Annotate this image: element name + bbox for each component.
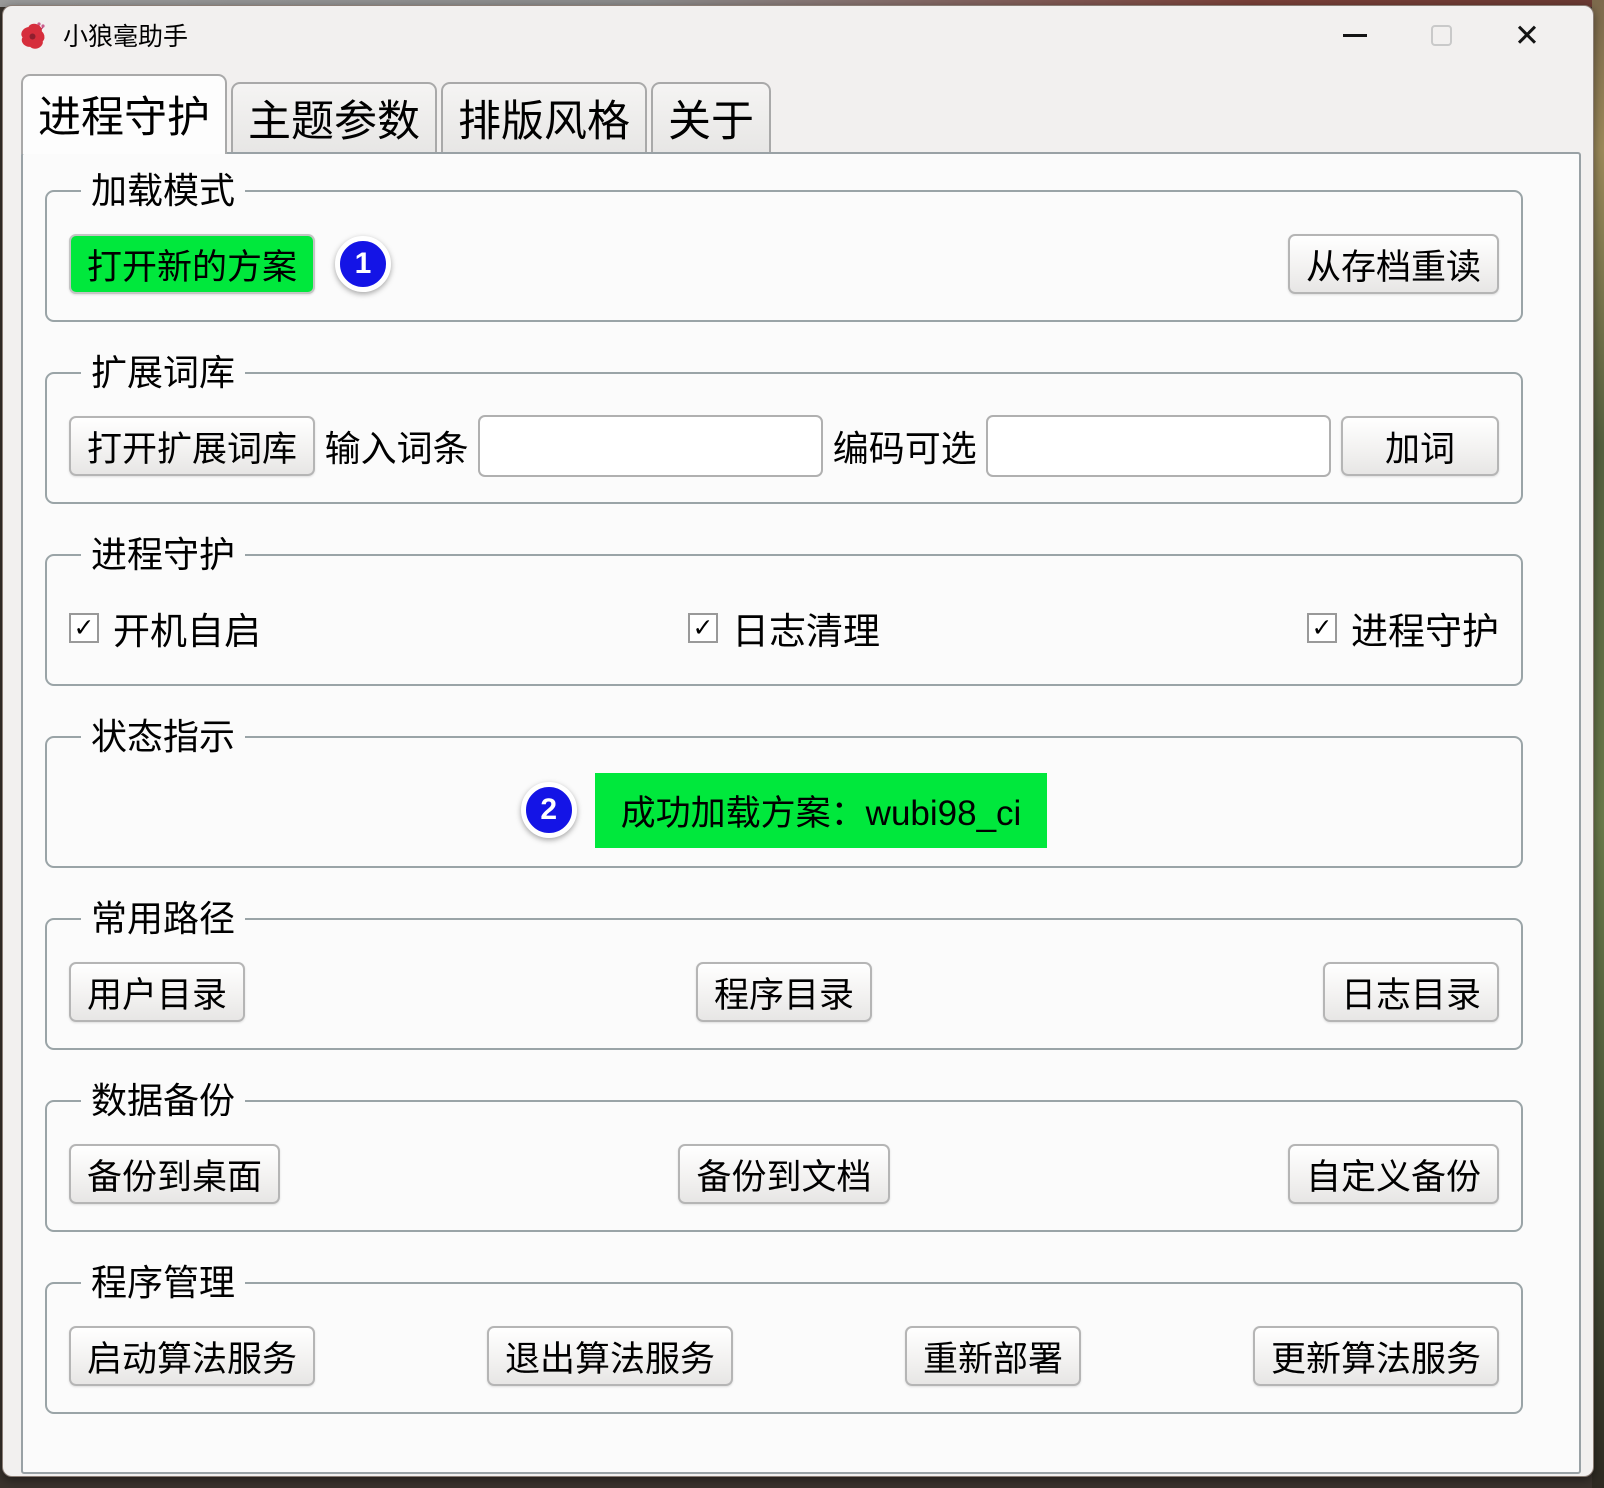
checkbox-checked-icon: ✓ bbox=[1307, 613, 1337, 643]
reload-from-archive-button[interactable]: 从存档重读 bbox=[1288, 234, 1499, 294]
group-status-indicator: 状态指示 2 成功加载方案：wubi98_ci bbox=[45, 736, 1523, 868]
redeploy-button[interactable]: 重新部署 bbox=[905, 1326, 1081, 1386]
group-process-daemon: 进程守护 ✓ 开机自启 ✓ 日志清理 ✓ 进程守护 bbox=[45, 554, 1523, 686]
entry-label: 输入词条 bbox=[325, 420, 469, 472]
start-algo-service-button[interactable]: 启动算法服务 bbox=[69, 1326, 315, 1386]
open-new-scheme-button[interactable]: 打开新的方案 bbox=[69, 234, 315, 294]
group-data-backup: 数据备份 备份到桌面 备份到文档 自定义备份 bbox=[45, 1100, 1523, 1232]
tab-page: 加载模式 打开新的方案 1 从存档重读 扩展词库 打开扩展词库 输入词条 编码可… bbox=[21, 152, 1581, 1474]
checkbox-checked-icon: ✓ bbox=[688, 613, 718, 643]
backup-to-documents-button[interactable]: 备份到文档 bbox=[678, 1144, 889, 1204]
checkbox-process-daemon-label: 进程守护 bbox=[1351, 601, 1499, 655]
backup-to-desktop-button[interactable]: 备份到桌面 bbox=[69, 1144, 280, 1204]
custom-backup-button[interactable]: 自定义备份 bbox=[1288, 1144, 1499, 1204]
maximize-button[interactable] bbox=[1409, 6, 1473, 64]
user-dir-button[interactable]: 用户目录 bbox=[69, 962, 245, 1022]
code-label: 编码可选 bbox=[833, 420, 977, 472]
add-word-button[interactable]: 加词 bbox=[1341, 416, 1499, 476]
quit-algo-service-button[interactable]: 退出算法服务 bbox=[487, 1326, 733, 1386]
app-window: 小狼毫助手 ✕ 进程守护 主题参数 排版风格 关于 加载模式 打开新的方案 bbox=[2, 5, 1594, 1477]
group-program-manage: 程序管理 启动算法服务 退出算法服务 重新部署 更新算法服务 bbox=[45, 1282, 1523, 1414]
tab-layout-style[interactable]: 排版风格 bbox=[441, 82, 647, 152]
group-extended-dict: 扩展词库 打开扩展词库 输入词条 编码可选 加词 bbox=[45, 372, 1523, 504]
program-dir-button[interactable]: 程序目录 bbox=[696, 962, 872, 1022]
tab-theme-params[interactable]: 主题参数 bbox=[231, 82, 437, 152]
update-algo-service-button[interactable]: 更新算法服务 bbox=[1253, 1326, 1499, 1386]
minimize-button[interactable] bbox=[1323, 6, 1387, 64]
checkbox-process-daemon[interactable]: ✓ 进程守护 bbox=[1307, 601, 1499, 655]
tab-process-daemon[interactable]: 进程守护 bbox=[21, 74, 227, 154]
window-controls: ✕ bbox=[1323, 6, 1593, 64]
entry-input[interactable] bbox=[478, 415, 823, 477]
checkbox-log-cleanup-label: 日志清理 bbox=[732, 601, 880, 655]
tab-about[interactable]: 关于 bbox=[651, 82, 771, 152]
checkbox-autostart[interactable]: ✓ 开机自启 bbox=[69, 601, 261, 655]
group-common-paths: 常用路径 用户目录 程序目录 日志目录 bbox=[45, 918, 1523, 1050]
group-load-mode: 加载模式 打开新的方案 1 从存档重读 bbox=[45, 190, 1523, 322]
code-input[interactable] bbox=[986, 415, 1331, 477]
minimize-icon bbox=[1343, 34, 1367, 37]
checkbox-checked-icon: ✓ bbox=[69, 613, 99, 643]
annotation-badge-2: 2 bbox=[521, 782, 577, 838]
close-button[interactable]: ✕ bbox=[1495, 6, 1559, 64]
log-dir-button[interactable]: 日志目录 bbox=[1323, 962, 1499, 1022]
close-icon: ✕ bbox=[1514, 20, 1540, 51]
open-extended-dict-button[interactable]: 打开扩展词库 bbox=[69, 416, 315, 476]
annotation-badge-1: 1 bbox=[335, 236, 391, 292]
app-icon bbox=[19, 19, 51, 51]
tab-strip: 进程守护 主题参数 排版风格 关于 bbox=[3, 64, 1593, 152]
status-message: 成功加载方案：wubi98_ci bbox=[595, 773, 1048, 848]
checkbox-log-cleanup[interactable]: ✓ 日志清理 bbox=[688, 601, 880, 655]
maximize-icon bbox=[1431, 25, 1452, 46]
window-title: 小狼毫助手 bbox=[63, 17, 188, 53]
checkbox-autostart-label: 开机自启 bbox=[113, 601, 261, 655]
titlebar: 小狼毫助手 ✕ bbox=[3, 6, 1593, 64]
